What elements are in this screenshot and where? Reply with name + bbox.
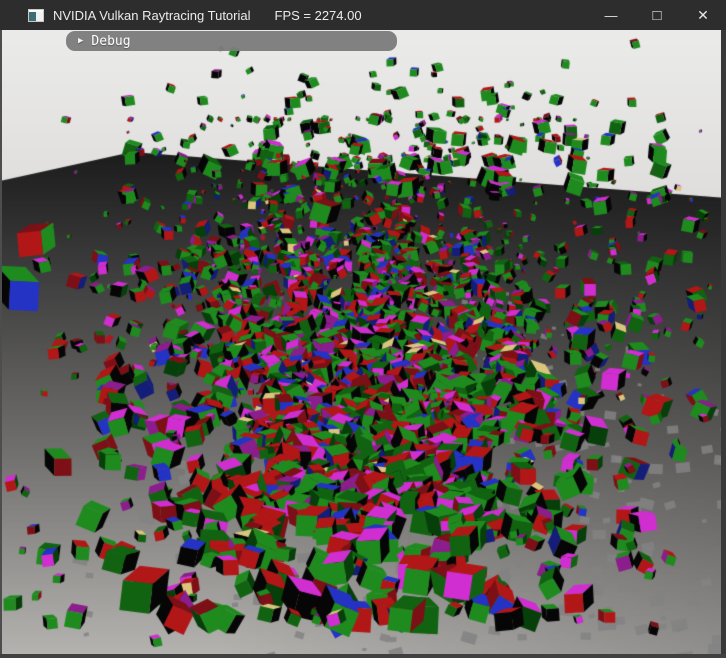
- window-border-bottom: [0, 654, 726, 658]
- window-title: NVIDIA Vulkan Raytracing Tutorial: [53, 8, 251, 23]
- maximize-icon: □: [652, 7, 661, 24]
- window-border-left: [0, 30, 2, 658]
- scene-canvas[interactable]: [0, 30, 726, 658]
- maximize-button[interactable]: □: [634, 0, 680, 32]
- debug-panel-label: Debug: [91, 34, 130, 49]
- minimize-button[interactable]: —: [588, 0, 634, 30]
- window-controls: — □ ✕: [588, 0, 726, 30]
- render-viewport: ▶ Debug: [0, 30, 726, 658]
- close-icon: ✕: [697, 7, 709, 24]
- minimize-icon: —: [605, 8, 618, 23]
- window-border-right: [721, 30, 726, 658]
- chevron-right-icon: ▶: [78, 36, 83, 46]
- fps-counter: FPS = 2274.00: [275, 8, 362, 23]
- app-window: NVIDIA Vulkan Raytracing Tutorial FPS = …: [0, 0, 726, 658]
- app-icon: [28, 9, 44, 22]
- title-bar: NVIDIA Vulkan Raytracing Tutorial FPS = …: [0, 0, 726, 30]
- close-button[interactable]: ✕: [680, 0, 726, 30]
- debug-panel-header[interactable]: ▶ Debug: [66, 31, 397, 51]
- app-icon-right-pane: [36, 12, 43, 21]
- app-icon-left-pane: [29, 12, 36, 21]
